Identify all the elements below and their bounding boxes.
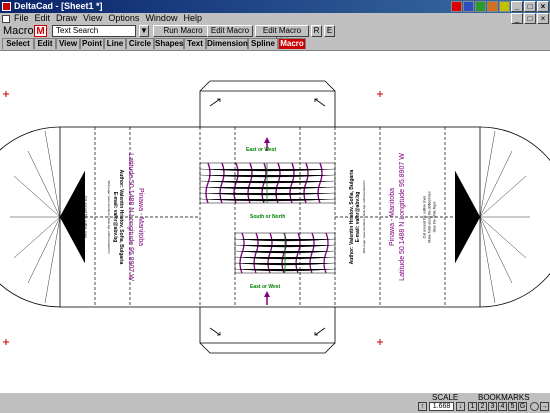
menu-window[interactable]: Window (145, 13, 177, 24)
run-macro-button[interactable]: Run Macro (153, 25, 213, 37)
macro-dropdown-icon[interactable]: ▼ (139, 25, 149, 37)
macro-logo-icon[interactable]: M (34, 25, 47, 37)
window-title: DeltaCad - [Sheet1 *] (14, 1, 103, 11)
author-label-left: Author: Valentin Hristov, Sofia, Bulgari… (118, 169, 124, 265)
tab-shapes[interactable]: Shapes (154, 38, 184, 49)
place-label-right: Pinawa - Manitoba (389, 188, 396, 246)
tab-macro[interactable]: Macro (278, 38, 306, 49)
gnomon-markers (264, 137, 270, 305)
menu-file[interactable]: File (14, 13, 29, 24)
notes-column-right: Cut around the outline lines Make folds … (423, 137, 438, 297)
menu-bar: File Edit Draw View Options Window Help … (0, 13, 550, 24)
tab-dimension[interactable]: Dimension (206, 38, 248, 49)
east-west-label-top: East or West (246, 147, 277, 153)
tab-line[interactable]: Line (104, 38, 126, 49)
author-column-right: Author: Valentin Hristov, Sofia, Bulgari… (349, 137, 367, 297)
e-button[interactable]: E (324, 25, 335, 37)
maximize-button[interactable]: □ (524, 1, 536, 12)
bookmarks-label: BOOKMARKS (478, 393, 530, 402)
word-icon[interactable] (463, 1, 474, 12)
tab-select[interactable]: Select (2, 38, 34, 49)
tool-tabs: Select Edit View Point Line Circle Shape… (0, 38, 550, 50)
info-column-left: Pinawa - Manitoba Latitude 50.1488 N Lon… (125, 127, 145, 307)
bookmark-2[interactable]: 2 (478, 402, 487, 411)
menu-view[interactable]: View (83, 13, 102, 24)
folder-icon[interactable] (499, 1, 510, 12)
status-bar: SCALE ↑ 1.668 ↓ BOOKMARKS 1 2 3 4 5 G → (0, 392, 550, 413)
edit-macro-list-button[interactable]: Edit Macro List (255, 25, 309, 45)
menu-options[interactable]: Options (108, 13, 139, 24)
tab-circle[interactable]: Circle (126, 38, 154, 49)
office-icon[interactable] (487, 1, 498, 12)
east-west-label-bottom: East or West (250, 284, 281, 290)
edit-macro-button[interactable]: Edit Macro (207, 25, 253, 37)
bookmark-3[interactable]: 3 (488, 402, 497, 411)
document-icon[interactable] (2, 15, 10, 23)
title-bar: DeltaCad - [Sheet1 *] _ □ × (0, 0, 550, 13)
app-icon[interactable] (2, 2, 11, 11)
menu-help[interactable]: Help (183, 13, 202, 24)
bookmark-1[interactable]: 1 (468, 402, 477, 411)
bookmark-4[interactable]: 4 (498, 402, 507, 411)
macro-select[interactable]: Text Search (52, 25, 136, 37)
bookmark-arrow-icon[interactable]: → (540, 402, 549, 411)
place-label-left: Pinawa - Manitoba (137, 188, 144, 246)
bookmark-go[interactable]: G (518, 402, 527, 411)
info-column-right: Pinawa - Manitoba Latitude 50.1488 N Lon… (388, 127, 408, 307)
cut-note-left: Cut around the outline lines (83, 195, 88, 239)
declination-lines (199, 168, 336, 272)
doc-close-button[interactable]: × (537, 13, 549, 24)
r-button[interactable]: R (311, 25, 322, 37)
tab-text[interactable]: Text (184, 38, 206, 49)
south-north-label: South or North (250, 214, 286, 220)
doc-minimize-button[interactable]: _ (511, 13, 523, 24)
tab-point[interactable]: Point (80, 38, 104, 49)
minimize-button[interactable]: _ (511, 1, 523, 12)
macro-label: Macro (3, 25, 34, 37)
app-icon-red[interactable] (451, 1, 462, 12)
glue-note-left: Glue the white flaps (73, 201, 78, 233)
fold-note-left: Make folds along the dotted lines (78, 191, 83, 243)
excel-icon[interactable] (475, 1, 486, 12)
web-label-left: Web page: www.members.chello.bg/~valhr/s… (107, 180, 111, 254)
doc-restore-button[interactable]: □ (524, 13, 536, 24)
notes-column-left: Cut around the outline lines Make folds … (73, 137, 88, 297)
coords-label-left: Latitude 50.1488 N Longitude 95.8907 W (127, 153, 134, 281)
menu-draw[interactable]: Draw (56, 13, 77, 24)
tab-edit[interactable]: Edit (34, 38, 56, 49)
drawing-canvas[interactable]: East or West South or North East or West… (0, 50, 550, 393)
close-button[interactable]: × (537, 1, 549, 12)
scale-value[interactable]: 1.668 (429, 402, 454, 411)
scale-down-icon[interactable]: ↓ (456, 402, 465, 411)
tab-spline[interactable]: Spline (248, 38, 278, 49)
bookmark-circle-icon[interactable] (530, 402, 539, 411)
scale-up-icon[interactable]: ↑ (418, 402, 427, 411)
taskbar-icons (451, 1, 510, 12)
email-label-left: E-mail: valhr@abv.bg (112, 191, 118, 243)
macro-toolbar: Macro M Text Search ▼ Run Macro Edit Mac… (0, 24, 550, 45)
web-label-right: Web page: www.members.chello.bg/~valhr/s… (362, 180, 366, 254)
tab-view[interactable]: View (56, 38, 80, 49)
glue-note-right: Glue the white flaps (432, 201, 437, 233)
author-column-left: Author: Valentin Hristov, Sofia, Bulgari… (106, 137, 124, 297)
menu-edit[interactable]: Edit (35, 13, 51, 24)
scale-label: SCALE (432, 393, 459, 402)
bookmark-5[interactable]: 5 (508, 402, 517, 411)
coords-label-right: Latitude 50.1488 N Longitude 95.8907 W (399, 153, 406, 281)
